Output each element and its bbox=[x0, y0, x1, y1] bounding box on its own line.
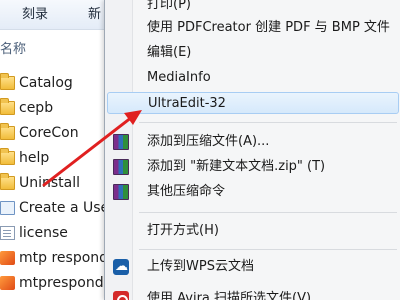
file-name: cepb bbox=[19, 99, 54, 116]
avira-icon bbox=[113, 291, 129, 300]
menu-item-mediainfo[interactable]: MediaInfo bbox=[105, 67, 400, 89]
menu-item-label: UltraEdit-32 bbox=[148, 96, 226, 111]
file-name: mtprespond bbox=[19, 274, 104, 291]
menu-item-pdfcreator[interactable]: 使用 PDFCreator 创建 PDF 与 BMP 文件 bbox=[105, 17, 400, 39]
menu-item-label: MediaInfo bbox=[147, 70, 211, 85]
file-name: Create a User bbox=[19, 199, 110, 216]
file-name: Catalog bbox=[19, 74, 73, 91]
menu-item-label: 编辑(E) bbox=[147, 45, 192, 60]
menu-item-upload-wps[interactable]: 上传到WPS云文档 bbox=[105, 256, 400, 278]
menu-item-ultraedit[interactable]: UltraEdit-32 bbox=[107, 92, 399, 114]
application-icon bbox=[0, 275, 15, 290]
winrar-icon bbox=[113, 134, 129, 150]
file-row-mtprespond[interactable]: mtprespond bbox=[0, 270, 110, 295]
menu-separator bbox=[139, 212, 397, 213]
explorer-toolbar: 刻录 新 bbox=[0, 0, 110, 30]
menu-item-label: 添加到压缩文件(A)... bbox=[147, 134, 270, 149]
file-name: help bbox=[19, 149, 50, 166]
folder-icon bbox=[0, 147, 15, 165]
folder-icon bbox=[0, 122, 15, 140]
menu-item-label: 上传到WPS云文档 bbox=[147, 259, 254, 274]
wps-cloud-icon bbox=[113, 256, 129, 278]
burn-button[interactable]: 刻录 bbox=[22, 5, 48, 25]
menu-item-label: 添加到 "新建文本文档.zip" (T) bbox=[147, 159, 326, 174]
menu-item-avira-scan[interactable]: 使用 Avira 扫描所选文件(V) bbox=[105, 288, 400, 300]
file-name: license bbox=[19, 224, 68, 241]
menu-item-add-to-archive[interactable]: 添加到压缩文件(A)... bbox=[105, 131, 400, 153]
menu-item-label: 打开方式(H) bbox=[147, 223, 219, 238]
file-row-license[interactable]: license bbox=[0, 220, 110, 245]
menu-item-open-with[interactable]: 打开方式(H) bbox=[105, 220, 400, 242]
file-row-catalog[interactable]: Catalog bbox=[0, 70, 110, 95]
menu-separator bbox=[139, 122, 397, 123]
context-menu: 打印(P) 使用 PDFCreator 创建 PDF 与 BMP 文件 编辑(E… bbox=[104, 0, 400, 300]
file-row-uninstall[interactable]: Uninstall bbox=[0, 170, 110, 195]
file-row-create-a-user[interactable]: Create a User bbox=[0, 195, 110, 220]
menu-separator bbox=[139, 249, 397, 250]
menu-item-label: 打印(P) bbox=[147, 0, 191, 12]
file-name: CoreCon bbox=[19, 124, 79, 141]
menu-item-edit[interactable]: 编辑(E) bbox=[105, 42, 400, 64]
application-icon bbox=[0, 250, 15, 265]
folder-icon bbox=[0, 172, 15, 190]
file-name: mtp respond bbox=[19, 249, 109, 266]
file-row-mtp-respond[interactable]: mtp respond bbox=[0, 245, 110, 270]
document-icon bbox=[0, 225, 15, 240]
name-column-header[interactable]: 名称 bbox=[0, 38, 26, 58]
file-name: Uninstall bbox=[19, 174, 81, 191]
winrar-icon bbox=[113, 159, 129, 175]
menu-item-label: 使用 PDFCreator 创建 PDF 与 BMP 文件 bbox=[147, 20, 390, 35]
new-folder-button[interactable]: 新 bbox=[88, 5, 101, 25]
winrar-icon bbox=[113, 184, 129, 200]
folder-icon bbox=[0, 72, 15, 90]
folder-icon bbox=[0, 97, 15, 115]
file-row-cepb[interactable]: cepb bbox=[0, 95, 110, 120]
file-list: Catalog cepb CoreCon help Uninstall Crea… bbox=[0, 70, 110, 295]
menu-item-label: 使用 Avira 扫描所选文件(V) bbox=[147, 291, 312, 300]
file-row-help[interactable]: help bbox=[0, 145, 110, 170]
menu-item-label: 其他压缩命令 bbox=[147, 184, 226, 199]
menu-item-add-to-zip[interactable]: 添加到 "新建文本文档.zip" (T) bbox=[105, 156, 400, 178]
menu-item-print[interactable]: 打印(P) bbox=[105, 0, 400, 16]
shortcut-icon bbox=[0, 200, 15, 215]
file-row-corecon[interactable]: CoreCon bbox=[0, 120, 110, 145]
menu-item-other-compress[interactable]: 其他压缩命令 bbox=[105, 181, 400, 203]
